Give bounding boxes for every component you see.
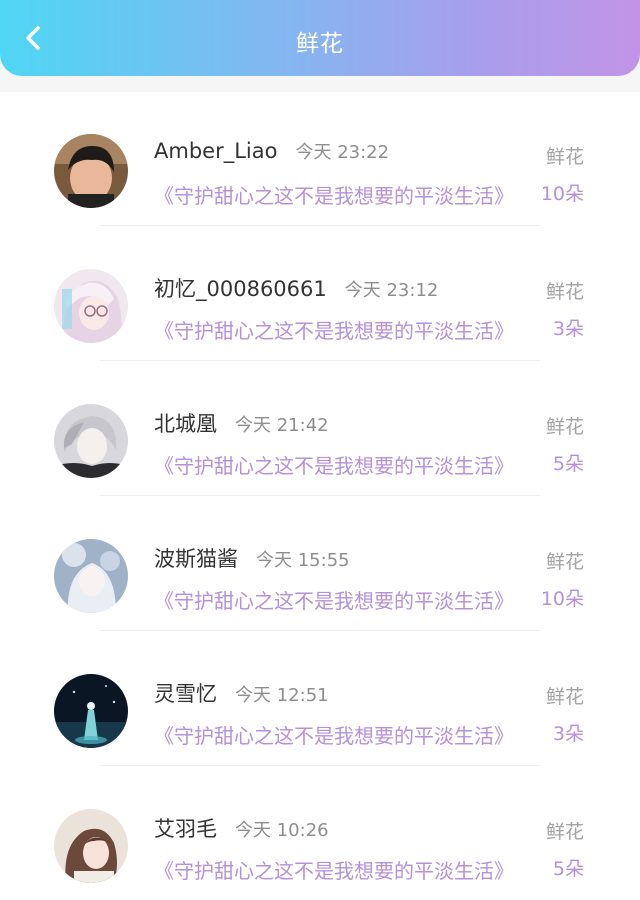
gift-list: Amber_Liao 今天 23:22 《守护甜心之这不是我想要的平淡生活》 鲜花… [0,92,640,900]
list-item[interactable]: Amber_Liao 今天 23:22 《守护甜心之这不是我想要的平淡生活》 鲜花… [0,92,640,227]
divider [100,765,540,766]
username: 初忆_000860661 今天 23:12 [154,273,438,303]
timestamp: 今天 23:12 [344,280,439,301]
list-item[interactable]: 北城凰 今天 21:42 《守护甜心之这不是我想要的平淡生活》 鲜花 5朵 [0,362,640,497]
book-title-link[interactable]: 《守护甜心之这不是我想要的平淡生活》 [154,315,532,344]
timestamp: 今天 23:22 [295,142,390,163]
list-item[interactable]: 初忆_000860661 今天 23:12 《守护甜心之这不是我想要的平淡生活》 … [0,227,640,362]
gift-count: 10朵 [540,183,584,205]
gift-type-label: 鲜花 [545,146,584,168]
username-text: 艾羽毛 [154,817,217,841]
gift-count: 3朵 [552,318,584,340]
top-bar: 鲜花 [0,0,640,76]
username: 艾羽毛 今天 10:26 [154,813,329,843]
timestamp: 今天 10:26 [235,820,329,841]
gift-count: 5朵 [552,453,584,475]
username-text: Amber_Liao [154,139,278,163]
avatar[interactable] [54,404,128,478]
avatar[interactable] [54,269,128,343]
book-title-link[interactable]: 《守护甜心之这不是我想要的平淡生活》 [154,585,532,614]
gift-type-label: 鲜花 [545,551,584,573]
username-text: 北城凰 [154,412,217,436]
divider [100,225,540,226]
username: 灵雪忆 今天 12:51 [154,678,329,708]
gift-type-label: 鲜花 [545,821,584,843]
gift-type-label: 鲜花 [545,686,584,708]
divider [100,630,540,631]
book-title-link[interactable]: 《守护甜心之这不是我想要的平淡生活》 [154,180,532,209]
avatar[interactable] [54,674,128,748]
gift-count: 10朵 [540,588,584,610]
page-title: 鲜花 [296,31,344,57]
book-title-link[interactable]: 《守护甜心之这不是我想要的平淡生活》 [154,855,532,884]
book-title-link[interactable]: 《守护甜心之这不是我想要的平淡生活》 [154,720,532,749]
username-text: 初忆_000860661 [154,277,327,301]
avatar[interactable] [54,539,128,613]
list-item[interactable]: 灵雪忆 今天 12:51 《守护甜心之这不是我想要的平淡生活》 鲜花 3朵 [0,632,640,767]
username: 北城凰 今天 21:42 [154,408,329,438]
timestamp: 今天 15:55 [256,550,350,571]
username: 波斯猫酱 今天 15:55 [154,543,350,573]
divider [100,360,540,361]
timestamp: 今天 12:51 [235,685,329,706]
gift-type-label: 鲜花 [545,281,584,303]
list-item[interactable]: 艾羽毛 今天 10:26 《守护甜心之这不是我想要的平淡生活》 鲜花 5朵 [0,767,640,900]
username-text: 灵雪忆 [154,682,217,706]
book-title-link[interactable]: 《守护甜心之这不是我想要的平淡生活》 [154,450,532,479]
divider [100,495,540,496]
avatar[interactable] [54,134,128,208]
gift-type-label: 鲜花 [545,416,584,438]
avatar[interactable] [54,809,128,883]
username: Amber_Liao 今天 23:22 [154,138,389,164]
username-text: 波斯猫酱 [154,547,238,571]
gift-count: 5朵 [552,858,584,880]
timestamp: 今天 21:42 [235,415,329,436]
list-item[interactable]: 波斯猫酱 今天 15:55 《守护甜心之这不是我想要的平淡生活》 鲜花 10朵 [0,497,640,632]
flower-gift-page: 鲜花 Amber_Liao 今天 23:22 《守护甜心之这不是我想要的平淡生活》… [0,0,640,900]
gift-count: 3朵 [552,723,584,745]
